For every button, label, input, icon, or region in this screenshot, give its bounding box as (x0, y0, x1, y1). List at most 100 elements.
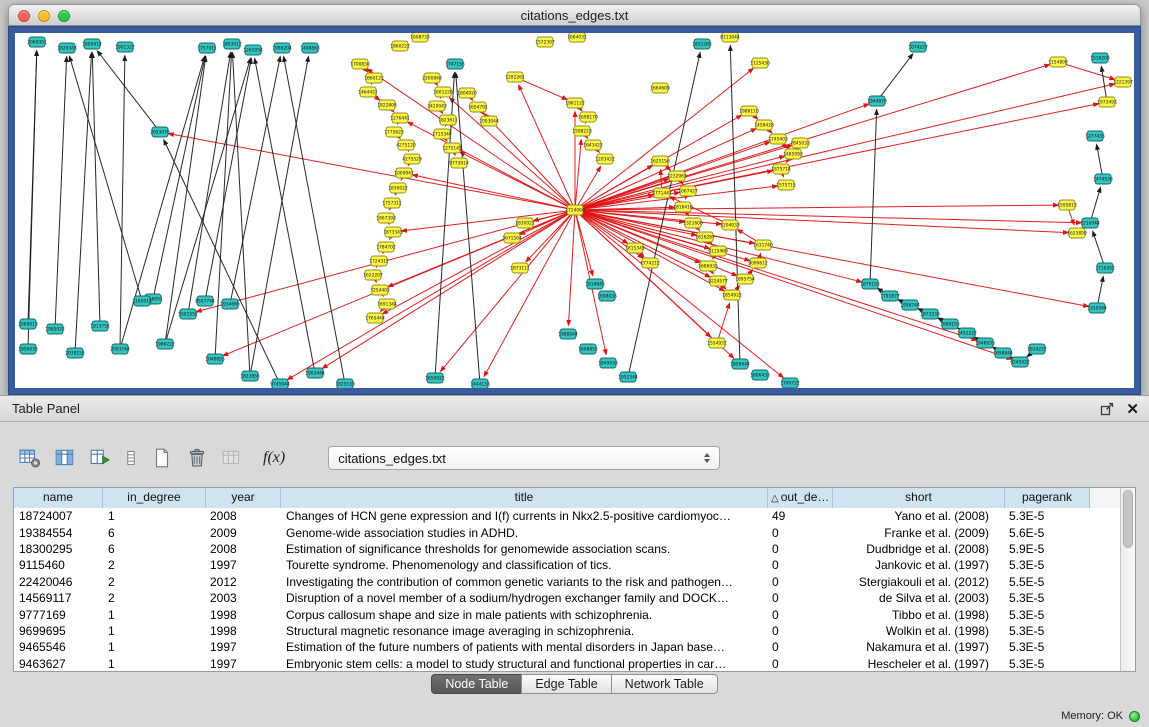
graph-edge-black[interactable] (230, 57, 280, 304)
graph-node[interactable]: 1961122 (565, 98, 585, 108)
graph-node[interactable]: 1934666 (220, 299, 240, 309)
graph-edge-red[interactable] (413, 175, 575, 210)
graph-edge-black[interactable] (456, 73, 480, 384)
table-row[interactable]: 1456911722003Disruption of a novel membe… (14, 590, 1120, 606)
graph-node[interactable]: 2093744 (110, 344, 130, 354)
graph-node[interactable]: 1913755 (90, 321, 110, 331)
graph-edge-black[interactable] (28, 51, 37, 324)
tab-network-table[interactable]: Network Table (611, 674, 718, 694)
graph-node[interactable]: 1775623 (384, 127, 404, 137)
table-settings-button[interactable] (18, 446, 42, 470)
graph-edge-red[interactable] (717, 304, 729, 343)
graph-node[interactable]: 1799722 (780, 378, 800, 388)
graph-edge-black[interactable] (870, 110, 877, 284)
graph-edge-black[interactable] (232, 53, 250, 376)
graph-node[interactable]: 9773914 (449, 158, 469, 168)
graph-node[interactable]: 1601226 (433, 87, 453, 97)
graph-node[interactable]: 1956033 (18, 344, 38, 354)
graph-node[interactable]: 1595813 (1057, 200, 1077, 210)
graph-node[interactable]: 1952344 (618, 372, 638, 382)
graph-node[interactable]: 1988044 (558, 329, 578, 339)
graph-node[interactable]: 1464421 (358, 87, 378, 97)
graph-node[interactable]: 1747155 (445, 59, 465, 69)
column-header-out-degree[interactable]: △out_de… (768, 488, 833, 508)
table-row[interactable]: 1938455462009Genome-wide association stu… (14, 524, 1120, 540)
graph-node[interactable]: 1875714 (771, 164, 791, 174)
graph-node[interactable]: 1944879 (867, 96, 887, 106)
column-header-year[interactable]: year (206, 488, 281, 508)
graph-node[interactable]: 1830021 (515, 218, 535, 228)
graph-node[interactable]: 1771447 (652, 188, 672, 198)
graph-node[interactable]: 1826343 (57, 43, 77, 53)
graph-node[interactable]: 1825533 (335, 379, 355, 388)
function-builder-button[interactable]: f(x) (259, 449, 289, 467)
column-header-in-degree[interactable]: in_degree (103, 488, 206, 508)
graph-edge-red[interactable] (575, 210, 1011, 359)
graph-node[interactable]: 3671504 (502, 233, 522, 243)
graph-node[interactable]: 1914845 (585, 279, 605, 289)
graph-node[interactable]: 4275529 (402, 154, 422, 164)
graph-node[interactable]: 1816416 (673, 202, 693, 212)
graph-node[interactable]: 1572307 (535, 37, 555, 47)
graph-node[interactable]: 1831265 (692, 39, 712, 49)
graph-node[interactable]: 1815345 (625, 243, 645, 253)
graph-node[interactable]: 1757311 (382, 198, 402, 208)
graph-edge-black[interactable] (92, 53, 100, 326)
graph-node[interactable]: 1946933 (975, 338, 995, 348)
graph-node[interactable]: 1784702 (376, 242, 396, 252)
graph-node[interactable]: 1614222 (1027, 344, 1047, 354)
graph-node[interactable]: 1631740 (753, 240, 773, 250)
graph-node[interactable]: 1261054 (243, 45, 263, 55)
graph-node[interactable]: 1765444 (365, 313, 385, 323)
graph-node[interactable]: 9245022 (1010, 357, 1030, 367)
graph-node[interactable]: 9745944 (270, 379, 290, 388)
graph-node[interactable]: 1003044 (479, 116, 499, 126)
graph-node[interactable]: 1474538 (1093, 174, 1113, 184)
tab-node-table[interactable]: Node Table (431, 674, 522, 694)
graph-node[interactable]: 1757911 (197, 43, 217, 53)
graph-node[interactable]: 8507744 (195, 296, 215, 306)
graph-node[interactable]: 1622207 (363, 270, 383, 280)
table-row[interactable]: 969969511998Structural magnetic resonanc… (14, 623, 1120, 639)
graph-edge-red[interactable] (575, 65, 1049, 210)
tab-edge-table[interactable]: Edge Table (521, 674, 611, 694)
graph-node[interactable]: 1654791 (468, 102, 488, 112)
graph-node[interactable]: 2204033 (720, 220, 740, 230)
graph-node[interactable]: 1232963 (667, 171, 687, 181)
graph-node[interactable]: 1643422 (583, 140, 603, 150)
graph-node[interactable]: 1985022 (45, 324, 65, 334)
graph-edge-black[interactable] (120, 57, 205, 349)
new-table-button[interactable] (150, 446, 174, 470)
graph-node[interactable]: 1724311 (369, 256, 389, 266)
graph-node[interactable]: 2069351 (27, 37, 47, 47)
graph-node[interactable]: 1554922 (707, 338, 727, 348)
graph-node[interactable]: 1698170 (578, 112, 598, 122)
graph-node[interactable]: 2200848 (422, 73, 442, 83)
graph-node[interactable]: 9115469 (708, 246, 728, 256)
graph-node[interactable]: 1516209 (1090, 53, 1110, 63)
scrollbar-thumb[interactable] (1123, 490, 1133, 548)
close-panel-icon[interactable]: ✕ (1126, 402, 1139, 417)
graph-edge-red[interactable] (460, 152, 575, 210)
table-row[interactable]: 2242004622012Investigating the contribut… (14, 574, 1120, 590)
graph-node[interactable]: 1623859 (1067, 228, 1087, 238)
float-panel-icon[interactable] (1099, 402, 1114, 417)
column-header-short[interactable]: short (833, 488, 1005, 508)
graph-node[interactable]: 1606433 (750, 370, 770, 380)
graph-node[interactable]: 1125430 (750, 58, 770, 68)
graph-node[interactable]: 1823955 (240, 371, 260, 381)
graph-node[interactable]: 1575715 (776, 180, 796, 190)
show-columns-button[interactable] (53, 446, 77, 470)
graph-node[interactable]: 1203422 (595, 154, 615, 164)
window-titlebar[interactable]: citations_edges.txt (8, 4, 1141, 26)
graph-edge-red[interactable] (288, 210, 575, 379)
graph-edge-black[interactable] (250, 57, 308, 376)
graph-node[interactable]: 1275145 (442, 143, 462, 153)
graph-node[interactable]: 1700830 (350, 59, 370, 69)
graph-node[interactable]: 1277435 (1085, 131, 1105, 141)
map-table-button[interactable] (220, 446, 244, 470)
graph-edge-red[interactable] (575, 104, 869, 210)
graph-node[interactable]: 1745403 (768, 134, 788, 144)
graph-node[interactable]: 1803012 (222, 39, 242, 49)
graph-node[interactable]: 4275120 (396, 140, 416, 150)
